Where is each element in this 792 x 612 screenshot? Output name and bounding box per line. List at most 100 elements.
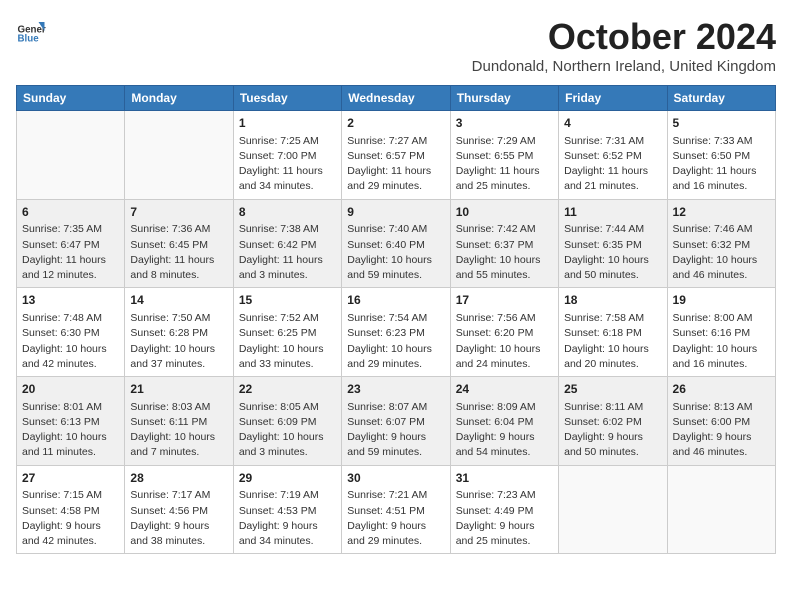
day-number: 25 — [564, 381, 661, 398]
header-sunday: Sunday — [17, 86, 125, 111]
calendar-cell: 4 Sunrise: 7:31 AMSunset: 6:52 PMDaylight… — [559, 111, 667, 200]
day-number: 23 — [347, 381, 444, 398]
calendar-cell: 11Sunrise: 7:44 AMSunset: 6:35 PMDayligh… — [559, 199, 667, 288]
calendar-week-row: 27Sunrise: 7:15 AMSunset: 4:58 PMDayligh… — [17, 465, 776, 554]
calendar-week-row: 1 Sunrise: 7:25 AMSunset: 7:00 PMDaylight… — [17, 111, 776, 200]
day-number: 16 — [347, 292, 444, 309]
header-thursday: Thursday — [450, 86, 558, 111]
day-number: 31 — [456, 470, 553, 487]
day-number: 12 — [673, 204, 770, 221]
day-number: 27 — [22, 470, 119, 487]
day-info: Sunrise: 7:56 AMSunset: 6:20 PMDaylight:… — [456, 311, 553, 372]
location-title: Dundonald, Northern Ireland, United King… — [472, 58, 776, 75]
calendar-cell: 30Sunrise: 7:21 AMSunset: 4:51 PMDayligh… — [342, 465, 450, 554]
day-number: 4 — [564, 115, 661, 132]
calendar-cell: 10Sunrise: 7:42 AMSunset: 6:37 PMDayligh… — [450, 199, 558, 288]
calendar-cell: 24 Sunrise: 8:09 AMSunset: 6:04 PMDayligh… — [450, 377, 558, 466]
day-info: Sunrise: 7:58 AMSunset: 6:18 PMDaylight:… — [564, 311, 661, 372]
day-info: Sunrise: 8:09 AMSunset: 6:04 PMDaylight:… — [456, 400, 553, 461]
calendar-cell: 9Sunrise: 7:40 AMSunset: 6:40 PMDaylight… — [342, 199, 450, 288]
day-info: Sunrise: 7:31 AMSunset: 6:52 PMDaylight:… — [564, 134, 661, 195]
day-info: Sunrise: 7:38 AMSunset: 6:42 PMDaylight:… — [239, 222, 336, 283]
day-number: 6 — [22, 204, 119, 221]
day-number: 29 — [239, 470, 336, 487]
day-number: 20 — [22, 381, 119, 398]
day-info: Sunrise: 8:05 AMSunset: 6:09 PMDaylight:… — [239, 400, 336, 461]
month-title: October 2024 — [472, 16, 776, 58]
day-number: 8 — [239, 204, 336, 221]
header-saturday: Saturday — [667, 86, 775, 111]
day-number: 3 — [456, 115, 553, 132]
day-info: Sunrise: 7:40 AMSunset: 6:40 PMDaylight:… — [347, 222, 444, 283]
calendar-cell: 7Sunrise: 7:36 AMSunset: 6:45 PMDaylight… — [125, 199, 233, 288]
day-info: Sunrise: 7:33 AMSunset: 6:50 PMDaylight:… — [673, 134, 770, 195]
day-number: 1 — [239, 115, 336, 132]
calendar-cell: 26 Sunrise: 8:13 AMSunset: 6:00 PMDayligh… — [667, 377, 775, 466]
day-number: 11 — [564, 204, 661, 221]
calendar-week-row: 20 Sunrise: 8:01 AMSunset: 6:13 PMDayligh… — [17, 377, 776, 466]
day-number: 7 — [130, 204, 227, 221]
calendar-cell: 22Sunrise: 8:05 AMSunset: 6:09 PMDayligh… — [233, 377, 341, 466]
calendar-cell: 16 Sunrise: 7:54 AMSunset: 6:23 PMDayligh… — [342, 288, 450, 377]
calendar-cell: 25 Sunrise: 8:11 AMSunset: 6:02 PMDayligh… — [559, 377, 667, 466]
day-info: Sunrise: 7:35 AMSunset: 6:47 PMDaylight:… — [22, 222, 119, 283]
day-info: Sunrise: 7:17 AMSunset: 4:56 PMDaylight:… — [130, 488, 227, 549]
day-number: 21 — [130, 381, 227, 398]
day-info: Sunrise: 7:46 AMSunset: 6:32 PMDaylight:… — [673, 222, 770, 283]
day-info: Sunrise: 8:03 AMSunset: 6:11 PMDaylight:… — [130, 400, 227, 461]
calendar-cell: 18Sunrise: 7:58 AMSunset: 6:18 PMDayligh… — [559, 288, 667, 377]
calendar-cell: 19 Sunrise: 8:00 AMSunset: 6:16 PMDayligh… — [667, 288, 775, 377]
day-info: Sunrise: 7:19 AMSunset: 4:53 PMDaylight:… — [239, 488, 336, 549]
title-block: October 2024 Dundonald, Northern Ireland… — [472, 16, 776, 81]
day-info: Sunrise: 7:23 AMSunset: 4:49 PMDaylight:… — [456, 488, 553, 549]
calendar-cell: 27Sunrise: 7:15 AMSunset: 4:58 PMDayligh… — [17, 465, 125, 554]
header-monday: Monday — [125, 86, 233, 111]
calendar-table: SundayMondayTuesdayWednesdayThursdayFrid… — [16, 85, 776, 554]
calendar-cell: 1 Sunrise: 7:25 AMSunset: 7:00 PMDaylight… — [233, 111, 341, 200]
day-info: Sunrise: 8:11 AMSunset: 6:02 PMDaylight:… — [564, 400, 661, 461]
calendar-week-row: 6Sunrise: 7:35 AMSunset: 6:47 PMDaylight… — [17, 199, 776, 288]
day-info: Sunrise: 8:07 AMSunset: 6:07 PMDaylight:… — [347, 400, 444, 461]
header-wednesday: Wednesday — [342, 86, 450, 111]
day-number: 24 — [456, 381, 553, 398]
day-number: 14 — [130, 292, 227, 309]
calendar-cell: 15Sunrise: 7:52 AMSunset: 6:25 PMDayligh… — [233, 288, 341, 377]
day-info: Sunrise: 8:01 AMSunset: 6:13 PMDaylight:… — [22, 400, 119, 461]
calendar-cell — [17, 111, 125, 200]
day-number: 19 — [673, 292, 770, 309]
calendar-cell: 23 Sunrise: 8:07 AMSunset: 6:07 PMDayligh… — [342, 377, 450, 466]
day-info: Sunrise: 7:36 AMSunset: 6:45 PMDaylight:… — [130, 222, 227, 283]
calendar-cell — [559, 465, 667, 554]
day-info: Sunrise: 7:48 AMSunset: 6:30 PMDaylight:… — [22, 311, 119, 372]
day-number: 17 — [456, 292, 553, 309]
day-info: Sunrise: 7:44 AMSunset: 6:35 PMDaylight:… — [564, 222, 661, 283]
calendar-cell — [667, 465, 775, 554]
day-info: Sunrise: 7:25 AMSunset: 7:00 PMDaylight:… — [239, 134, 336, 195]
day-info: Sunrise: 7:21 AMSunset: 4:51 PMDaylight:… — [347, 488, 444, 549]
day-info: Sunrise: 7:15 AMSunset: 4:58 PMDaylight:… — [22, 488, 119, 549]
calendar-cell: 29Sunrise: 7:19 AMSunset: 4:53 PMDayligh… — [233, 465, 341, 554]
logo-icon: General Blue — [16, 16, 46, 46]
calendar-cell: 12Sunrise: 7:46 AMSunset: 6:32 PMDayligh… — [667, 199, 775, 288]
header-tuesday: Tuesday — [233, 86, 341, 111]
day-number: 30 — [347, 470, 444, 487]
calendar-cell: 17 Sunrise: 7:56 AMSunset: 6:20 PMDayligh… — [450, 288, 558, 377]
calendar-cell: 6Sunrise: 7:35 AMSunset: 6:47 PMDaylight… — [17, 199, 125, 288]
day-info: Sunrise: 8:13 AMSunset: 6:00 PMDaylight:… — [673, 400, 770, 461]
day-info: Sunrise: 8:00 AMSunset: 6:16 PMDaylight:… — [673, 311, 770, 372]
calendar-cell: 2Sunrise: 7:27 AMSunset: 6:57 PMDaylight… — [342, 111, 450, 200]
calendar-week-row: 13Sunrise: 7:48 AMSunset: 6:30 PMDayligh… — [17, 288, 776, 377]
day-number: 28 — [130, 470, 227, 487]
day-info: Sunrise: 7:42 AMSunset: 6:37 PMDaylight:… — [456, 222, 553, 283]
calendar-cell: 3 Sunrise: 7:29 AMSunset: 6:55 PMDaylight… — [450, 111, 558, 200]
calendar-cell: 28Sunrise: 7:17 AMSunset: 4:56 PMDayligh… — [125, 465, 233, 554]
day-info: Sunrise: 7:29 AMSunset: 6:55 PMDaylight:… — [456, 134, 553, 195]
calendar-cell: 21 Sunrise: 8:03 AMSunset: 6:11 PMDayligh… — [125, 377, 233, 466]
header-friday: Friday — [559, 86, 667, 111]
day-info: Sunrise: 7:52 AMSunset: 6:25 PMDaylight:… — [239, 311, 336, 372]
day-info: Sunrise: 7:54 AMSunset: 6:23 PMDaylight:… — [347, 311, 444, 372]
day-number: 26 — [673, 381, 770, 398]
calendar-cell — [125, 111, 233, 200]
day-number: 9 — [347, 204, 444, 221]
calendar-cell: 31Sunrise: 7:23 AMSunset: 4:49 PMDayligh… — [450, 465, 558, 554]
